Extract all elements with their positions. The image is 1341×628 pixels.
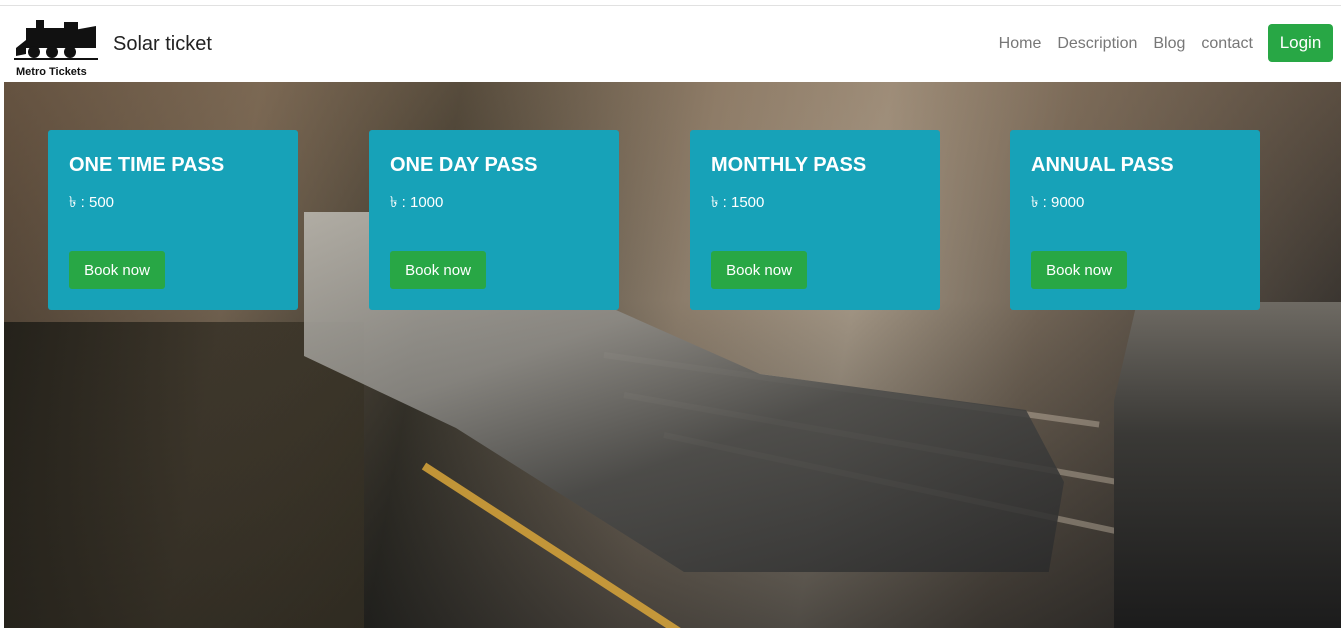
navbar: Metro Tickets Solar ticket Home Descript… (0, 6, 1341, 82)
hero-section: ONE TIME PASS ৳ : 500 Book now ONE DAY P… (4, 82, 1341, 628)
pass-card: ONE TIME PASS ৳ : 500 Book now (48, 130, 298, 310)
brand-title[interactable]: Solar ticket (113, 33, 212, 56)
pass-card: ONE DAY PASS ৳ : 1000 Book now (369, 130, 619, 310)
book-now-button[interactable]: Book now (390, 251, 486, 289)
pass-price: ৳ : 9000 (1031, 194, 1085, 211)
book-now-button[interactable]: Book now (1031, 251, 1127, 289)
pass-card: ANNUAL PASS ৳ : 9000 Book now (1010, 130, 1260, 310)
pass-card: MONTHLY PASS ৳ : 1500 Book now (690, 130, 940, 310)
pass-price: ৳ : 1000 (390, 194, 444, 211)
nav-description[interactable]: Description (1049, 35, 1145, 53)
logo[interactable]: Metro Tickets (12, 16, 102, 78)
pass-price: ৳ : 1500 (711, 194, 765, 211)
pass-price: ৳ : 500 (69, 194, 114, 211)
pass-title: ANNUAL PASS (1031, 154, 1174, 176)
pass-title: ONE TIME PASS (69, 154, 225, 176)
book-now-button[interactable]: Book now (711, 251, 807, 289)
train-logo-icon (14, 20, 98, 60)
hero-roof (1114, 302, 1341, 628)
nav-links: Home Description Blog contact (991, 35, 1261, 53)
nav-contact[interactable]: contact (1193, 35, 1261, 53)
hero-shadow (4, 322, 364, 628)
login-button[interactable]: Login (1268, 24, 1333, 62)
pass-title: ONE DAY PASS (390, 154, 538, 176)
book-now-button[interactable]: Book now (69, 251, 165, 289)
logo-text: Metro Tickets (16, 66, 87, 78)
nav-home[interactable]: Home (991, 35, 1050, 53)
pass-title: MONTHLY PASS (711, 154, 867, 176)
nav-blog[interactable]: Blog (1145, 35, 1193, 53)
